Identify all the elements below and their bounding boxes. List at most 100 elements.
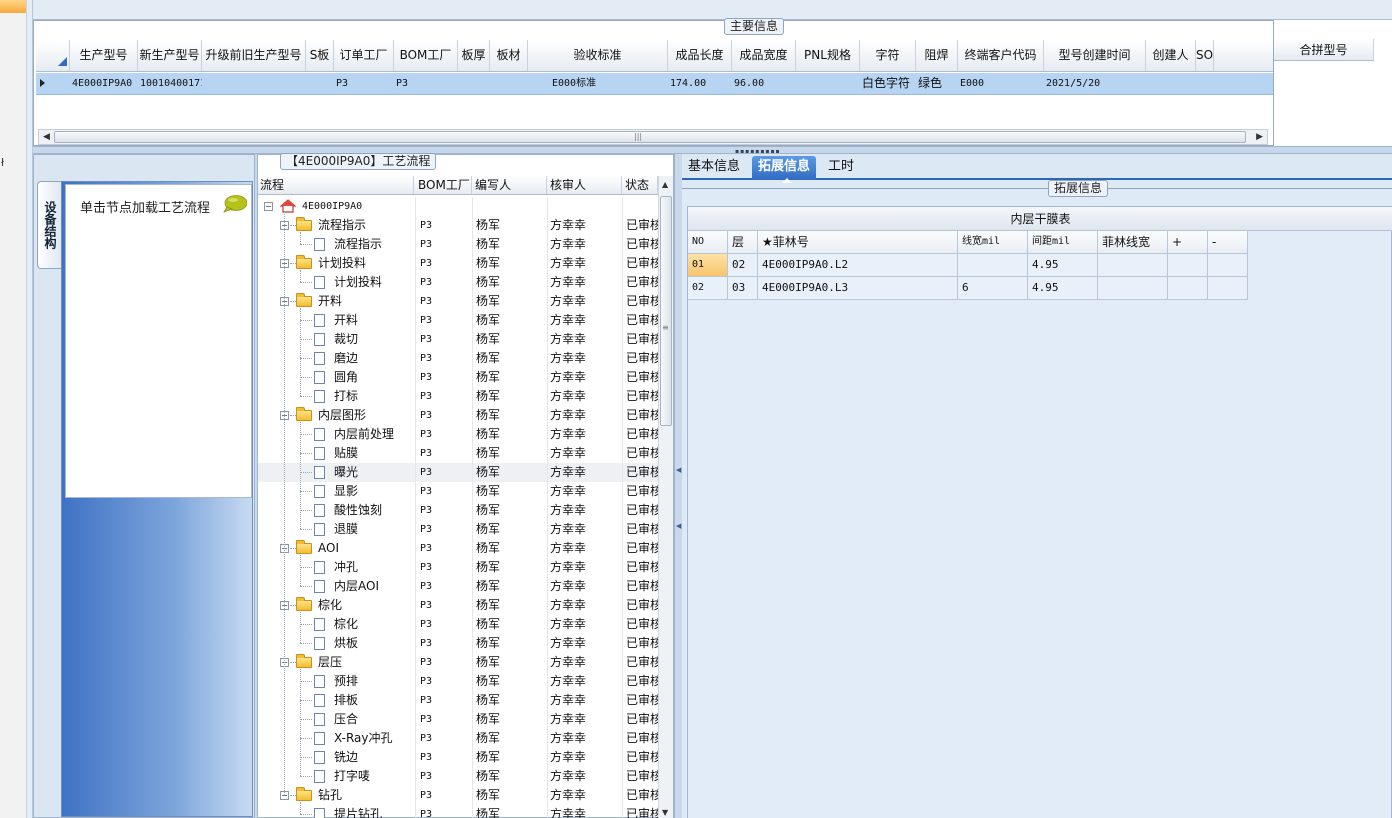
device-structure-content[interactable]: 单击节点加载工艺流程 — [65, 184, 252, 498]
tree-row[interactable]: 内层前处理 P3 杨军 方幸幸 已审核 — [258, 425, 658, 444]
column-header[interactable]: 成品长度 — [668, 40, 732, 71]
ext-cell[interactable]: 01 — [688, 254, 728, 277]
tree-row[interactable]: − 流程指示 P3 杨军 方幸幸 已审核 — [258, 216, 658, 235]
ext-cell[interactable]: 02 — [688, 277, 728, 300]
tree-row[interactable]: 提片钻孔 P3 杨军 方幸幸 已审核 — [258, 805, 658, 818]
collapse-icon[interactable]: − — [264, 202, 273, 211]
tree-row[interactable]: 排板 P3 杨军 方幸幸 已审核 — [258, 691, 658, 710]
scroll-up-icon[interactable]: ▲ — [662, 180, 668, 189]
tree-column-header[interactable]: BOM工厂 — [416, 176, 472, 194]
tree-row[interactable]: − 钻孔 P3 杨军 方幸幸 已审核 — [258, 786, 658, 805]
tree-row[interactable]: 计划投料 P3 杨军 方幸幸 已审核 — [258, 273, 658, 292]
scroll-right-icon[interactable]: ▶ — [1256, 132, 1263, 142]
ext-cell[interactable] — [1168, 254, 1208, 277]
ext-column-header[interactable]: - — [1208, 231, 1248, 254]
ext-column-header[interactable]: 线宽mil — [958, 231, 1028, 254]
ext-cell[interactable]: 4E000IP9A0.L3 — [758, 277, 958, 300]
tree-row[interactable]: 退膜 P3 杨军 方幸幸 已审核 — [258, 520, 658, 539]
grid-cell[interactable]: 白色字符 — [860, 73, 916, 94]
column-header[interactable]: 阻焊 — [916, 40, 958, 71]
tree-row[interactable]: 显影 P3 杨军 方幸幸 已审核 — [258, 482, 658, 501]
ext-cell[interactable]: 4.95 — [1028, 277, 1098, 300]
grid-cell[interactable]: E000 — [958, 73, 1044, 94]
tree-row[interactable]: 预排 P3 杨军 方幸幸 已审核 — [258, 672, 658, 691]
column-header[interactable]: S板 — [306, 40, 334, 71]
combine-model-header[interactable]: 合拼型号 — [1274, 39, 1374, 61]
grid-cell[interactable]: 2021/5/20 — [1044, 73, 1146, 94]
collapse-left-icon[interactable]: ◀ — [676, 522, 681, 530]
process-tree-vscrollbar[interactable]: ▲ ≡ ▼ — [658, 176, 673, 818]
column-header[interactable]: 字符 — [860, 40, 916, 71]
tree-row[interactable]: − AOI P3 杨军 方幸幸 已审核 — [258, 539, 658, 558]
collapse-left-icon[interactable]: ◀ — [676, 466, 681, 474]
tree-row[interactable]: 裁切 P3 杨军 方幸幸 已审核 — [258, 330, 658, 349]
grid-cell[interactable]: 174.00 — [668, 73, 732, 94]
tree-row[interactable]: 冲孔 P3 杨军 方幸幸 已审核 — [258, 558, 658, 577]
column-header[interactable]: 终端客户代码 — [958, 40, 1044, 71]
column-header[interactable]: 升级前旧生产型号 — [202, 40, 306, 71]
tree-row[interactable]: 贴膜 P3 杨军 方幸幸 已审核 — [258, 444, 658, 463]
column-header[interactable]: PNL规格 — [796, 40, 860, 71]
tree-column-header[interactable]: 流程 — [258, 176, 414, 194]
device-structure-tab[interactable]: 设备结构 — [37, 181, 61, 269]
scroll-down-icon[interactable]: ▼ — [662, 808, 668, 817]
tree-row[interactable]: X-Ray冲孔 P3 杨军 方幸幸 已审核 — [258, 729, 658, 748]
ext-cell[interactable]: 03 — [728, 277, 758, 300]
tree-row[interactable]: − 开料 P3 杨军 方幸幸 已审核 — [258, 292, 658, 311]
column-header[interactable]: 生产型号 — [70, 40, 138, 71]
column-header[interactable]: 订单工厂 — [334, 40, 394, 71]
left-strip-marker[interactable] — [0, 0, 26, 13]
tree-row[interactable]: 流程指示 P3 杨军 方幸幸 已审核 — [258, 235, 658, 254]
grid-cell[interactable] — [796, 73, 860, 94]
column-header[interactable]: 创建人 — [1146, 40, 1196, 71]
tree-row[interactable]: − 棕化 P3 杨军 方幸幸 已审核 — [258, 596, 658, 615]
column-header[interactable]: SO — [1196, 40, 1214, 71]
tree-row[interactable]: − 层压 P3 杨军 方幸幸 已审核 — [258, 653, 658, 672]
ext-cell[interactable]: 4E000IP9A0.L2 — [758, 254, 958, 277]
ext-column-header[interactable]: 层 — [728, 231, 758, 254]
grid-cell[interactable] — [202, 73, 306, 94]
column-header[interactable]: 型号创建时间 — [1044, 40, 1146, 71]
ext-cell[interactable] — [1208, 254, 1248, 277]
ext-cell[interactable] — [1098, 277, 1168, 300]
scroll-left-icon[interactable]: ◀ — [43, 132, 50, 142]
tree-row[interactable]: 酸性蚀刻 P3 杨军 方幸幸 已审核 — [258, 501, 658, 520]
tree-row[interactable]: 烘板 P3 杨军 方幸幸 已审核 — [258, 634, 658, 653]
ext-column-header[interactable]: + — [1168, 231, 1208, 254]
column-header[interactable]: BOM工厂 — [394, 40, 458, 71]
tree-row[interactable]: − 计划投料 P3 杨军 方幸幸 已审核 — [258, 254, 658, 273]
scroll-thumb[interactable] — [54, 131, 1246, 143]
tree-row[interactable]: 开料 P3 杨军 方幸幸 已审核 — [258, 311, 658, 330]
column-header[interactable]: 新生产型号 — [138, 40, 202, 71]
grid-cell[interactable]: P3 — [394, 73, 458, 94]
grid-cell[interactable] — [490, 73, 528, 94]
tree-row[interactable]: 圆角 P3 杨军 方幸幸 已审核 — [258, 368, 658, 387]
column-header[interactable]: 板厚 — [458, 40, 490, 71]
vertical-splitter-right[interactable]: ◀ ◀ — [674, 154, 682, 818]
process-tree[interactable]: −4E000IP9A0− 流程指示 P3 杨军 方幸幸 已审核 流程指示 P3 杨军 方幸幸 已审核… — [258, 197, 658, 818]
grid-cell[interactable] — [306, 73, 334, 94]
column-header[interactable]: 验收标准 — [528, 40, 668, 71]
tree-column-header[interactable]: 编写人 — [473, 176, 547, 194]
tree-row[interactable]: − 内层图形 P3 杨军 方幸幸 已审核 — [258, 406, 658, 425]
horizontal-splitter[interactable]: ▪▪▪▪▪▪▪▪▪ — [33, 146, 1392, 155]
grid-cell[interactable]: 4E000IP9A0 — [70, 73, 138, 94]
grid-cell[interactable]: E000标准 — [528, 73, 668, 94]
ext-column-header[interactable]: 间距mil — [1028, 231, 1098, 254]
grid-cell[interactable]: 10010400171699 — [138, 73, 202, 94]
ext-cell[interactable] — [1098, 254, 1168, 277]
tree-row[interactable]: 铣边 P3 杨军 方幸幸 已审核 — [258, 748, 658, 767]
ext-cell[interactable]: 4.95 — [1028, 254, 1098, 277]
column-header[interactable]: 板材 — [490, 40, 528, 71]
ext-cell[interactable] — [958, 254, 1028, 277]
tree-row[interactable]: 内层AOI P3 杨军 方幸幸 已审核 — [258, 577, 658, 596]
ext-column-header[interactable]: 菲林线宽 — [1098, 231, 1168, 254]
main-grid-hscrollbar[interactable]: ◀ ||| ▶ — [38, 129, 1268, 145]
tree-row[interactable]: − 4E000IP9A0 — [258, 197, 658, 216]
tree-column-header[interactable]: 状态 — [623, 176, 658, 194]
tree-row[interactable]: 曝光 P3 杨军 方幸幸 已审核 — [258, 463, 658, 482]
grid-cell[interactable] — [1146, 73, 1196, 94]
grid-cell[interactable]: 96.00 — [732, 73, 796, 94]
ext-cell[interactable]: 02 — [728, 254, 758, 277]
scroll-thumb[interactable] — [660, 196, 672, 426]
